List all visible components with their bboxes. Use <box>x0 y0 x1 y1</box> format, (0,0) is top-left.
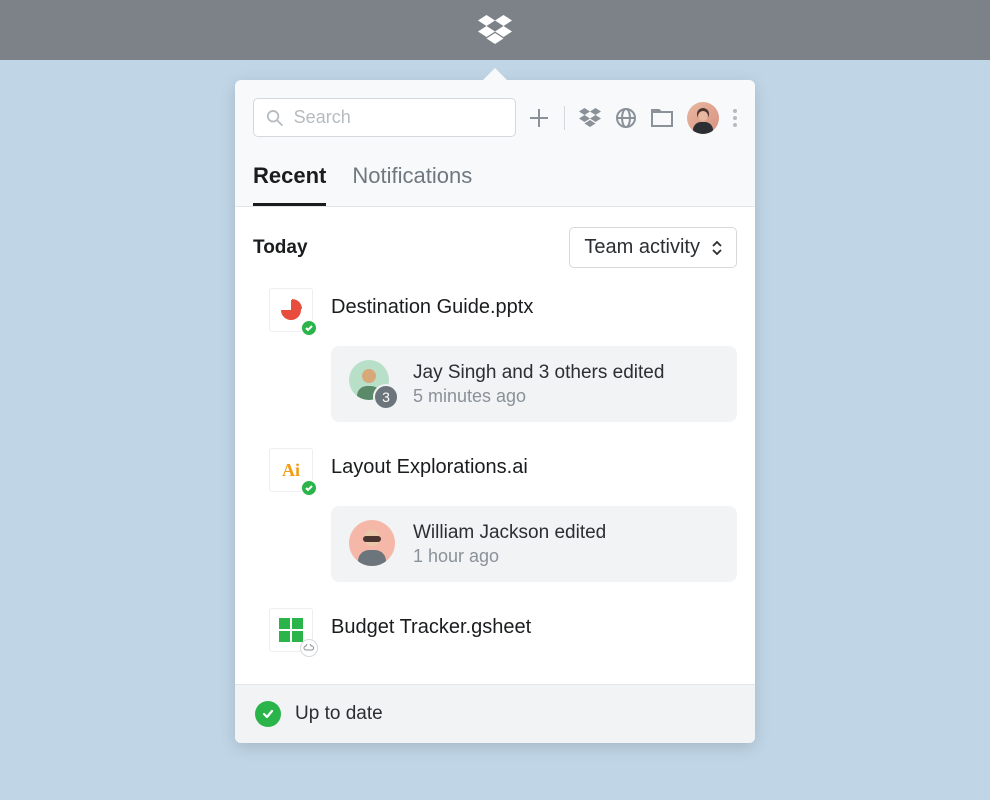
sync-status-footer: Up to date <box>235 684 755 743</box>
file-icon <box>269 288 313 332</box>
toolbar-actions <box>528 102 737 134</box>
search-box[interactable] <box>253 98 516 137</box>
popover-pointer <box>481 68 509 82</box>
file-icon: Ai <box>269 448 313 492</box>
file-row[interactable]: Destination Guide.pptx <box>269 288 737 332</box>
dropbox-logo-icon[interactable] <box>478 15 512 45</box>
file-name: Budget Tracker.gsheet <box>331 608 531 639</box>
sync-badge-icon <box>300 479 318 497</box>
section-header: Today Team activity <box>253 227 737 268</box>
toolbar <box>235 80 755 147</box>
activity-primary: William Jackson edited <box>413 522 606 544</box>
folder-icon[interactable] <box>651 109 673 127</box>
search-input[interactable] <box>294 107 503 128</box>
activity-filter-dropdown[interactable]: Team activity <box>569 227 737 268</box>
powerpoint-icon <box>279 298 303 322</box>
activity-timestamp: 1 hour ago <box>413 546 606 567</box>
user-avatar[interactable] <box>687 102 719 134</box>
file-row[interactable]: Budget Tracker.gsheet <box>269 608 737 652</box>
more-menu-icon[interactable] <box>733 109 737 127</box>
activity-timestamp: 5 minutes ago <box>413 386 664 407</box>
file-name: Layout Explorations.ai <box>331 448 528 479</box>
activity-primary: Jay Singh and 3 others edited <box>413 362 664 384</box>
toolbar-divider <box>564 106 565 130</box>
dropbox-small-icon[interactable] <box>579 108 601 128</box>
add-icon[interactable] <box>528 107 550 129</box>
tabs: Recent Notifications <box>235 147 755 207</box>
stepper-arrows-icon <box>712 241 722 255</box>
dropbox-tray-panel: Recent Notifications Today Team activity <box>235 80 755 743</box>
file-name: Destination Guide.pptx <box>331 288 533 319</box>
gsheet-icon <box>279 618 303 642</box>
avatar-stack: 3 <box>349 360 397 408</box>
globe-icon[interactable] <box>615 107 637 129</box>
check-circle-icon <box>255 701 281 727</box>
avatar-count-badge: 3 <box>373 384 399 410</box>
recent-content: Today Team activity Destinatio <box>235 207 755 684</box>
cloud-badge-icon <box>300 639 318 657</box>
file-row[interactable]: Ai Layout Explorations.ai <box>269 448 737 492</box>
sync-status-text: Up to date <box>295 703 383 725</box>
file-icon <box>269 608 313 652</box>
search-icon <box>266 108 284 128</box>
activity-filter-label: Team activity <box>584 236 700 259</box>
section-title: Today <box>253 237 308 259</box>
tab-notifications[interactable]: Notifications <box>352 155 472 206</box>
activity-card[interactable]: William Jackson edited 1 hour ago <box>331 506 737 582</box>
tab-recent[interactable]: Recent <box>253 155 326 206</box>
sync-badge-icon <box>300 319 318 337</box>
avatar <box>349 520 397 568</box>
system-menubar <box>0 0 990 60</box>
illustrator-icon: Ai <box>282 460 300 481</box>
activity-card[interactable]: 3 Jay Singh and 3 others edited 5 minute… <box>331 346 737 422</box>
